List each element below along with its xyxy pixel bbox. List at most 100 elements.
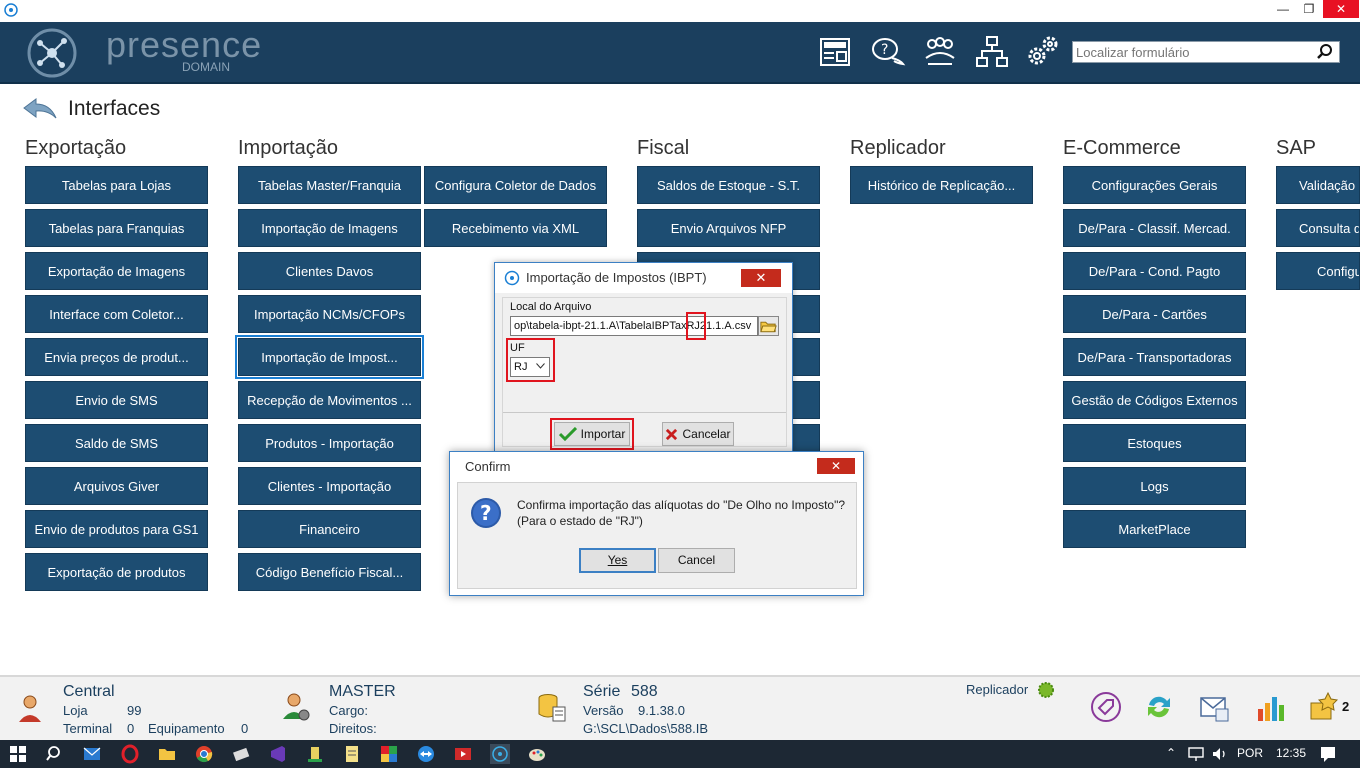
language-indicator[interactable]: POR [1237, 746, 1263, 760]
tile-depara-cartoes[interactable]: De/Para - Cartões [1063, 295, 1246, 333]
tile-importacao-imagens[interactable]: Importação de Imagens [238, 209, 421, 247]
tile-sap-validacao[interactable]: Validação [1276, 166, 1360, 204]
tile-arquivos-giver[interactable]: Arquivos Giver [25, 467, 208, 505]
mail-app-icon[interactable] [82, 744, 102, 764]
versao-value: 9.1.38.0 [638, 703, 685, 718]
tile-exportacao-imagens[interactable]: Exportação de Imagens [25, 252, 208, 290]
tile-sap-configuracao[interactable]: Configu [1276, 252, 1360, 290]
users-icon[interactable] [922, 34, 958, 70]
red-app-icon[interactable] [453, 744, 473, 764]
tile-importacao-impostos[interactable]: Importação de Impost... [235, 335, 424, 379]
file-path-input[interactable]: op\tabela-ibpt-21.1.A\TabelaIBPTaxRJ21.1… [510, 316, 758, 336]
close-window-button[interactable]: ✕ [1323, 0, 1359, 18]
uf-select[interactable]: RJ [510, 357, 550, 377]
tile-importacao-ncms[interactable]: Importação NCMs/CFOPs [238, 295, 421, 333]
volume-icon[interactable] [1210, 744, 1230, 764]
chrome-icon[interactable] [194, 744, 214, 764]
restore-button[interactable]: ❐ [1296, 0, 1322, 18]
tile-clientes-importacao[interactable]: Clientes - Importação [238, 467, 421, 505]
clock[interactable]: 12:35 [1276, 746, 1306, 760]
action-center-icon[interactable] [1318, 744, 1338, 764]
presence-logo-icon [27, 28, 77, 78]
tile-configura-coletor[interactable]: Configura Coletor de Dados [424, 166, 607, 204]
visual-studio-icon[interactable] [268, 744, 288, 764]
tile-exportacao-produtos[interactable]: Exportação de produtos [25, 553, 208, 591]
tile-tabelas-franquias[interactable]: Tabelas para Franquias [25, 209, 208, 247]
network-icon[interactable] [974, 34, 1010, 70]
notification-star-icon[interactable] [1308, 691, 1340, 723]
tile-depara-classif[interactable]: De/Para - Classif. Mercad. [1063, 209, 1246, 247]
tile-recepcao-movimentos[interactable]: Recepção de Movimentos ... [238, 381, 421, 419]
cancel-button[interactable]: Cancelar [662, 422, 734, 446]
ibpt-close-button[interactable]: ✕ [741, 269, 781, 287]
tile-saldos-estoque-st[interactable]: Saldos de Estoque - S.T. [637, 166, 820, 204]
tile-financeiro[interactable]: Financeiro [238, 510, 421, 548]
tile-clientes-davos[interactable]: Clientes Davos [238, 252, 421, 290]
tile-envio-sms[interactable]: Envio de SMS [25, 381, 208, 419]
confirm-close-button[interactable]: ✕ [817, 458, 855, 474]
tile-tabelas-lojas[interactable]: Tabelas para Lojas [25, 166, 208, 204]
search-input[interactable] [1073, 42, 1313, 62]
chevron-down-icon [536, 363, 545, 369]
green-app-icon[interactable] [305, 744, 325, 764]
serie-label: Série [583, 683, 621, 700]
tile-saldo-sms[interactable]: Saldo de SMS [25, 424, 208, 462]
teamviewer-icon[interactable] [416, 744, 436, 764]
page-title: Interfaces [68, 97, 161, 120]
svg-text:?: ? [480, 501, 492, 525]
notes-icon[interactable] [342, 744, 362, 764]
minimize-button[interactable]: — [1270, 0, 1296, 18]
tile-codigo-beneficio[interactable]: Código Benefício Fiscal... [238, 553, 421, 591]
tile-envio-produtos-gs1[interactable]: Envio de produtos para GS1 [25, 510, 208, 548]
yes-button[interactable]: Yes [579, 548, 656, 573]
tile-estoques[interactable]: Estoques [1063, 424, 1246, 462]
tile-interface-coletor[interactable]: Interface com Coletor... [25, 295, 208, 333]
settings-gears-icon[interactable] [1024, 34, 1060, 70]
tile-depara-transportadoras[interactable]: De/Para - Transportadoras [1063, 338, 1246, 376]
tile-logs[interactable]: Logs [1063, 467, 1246, 505]
brand-logo: presence DOMAIN [106, 27, 262, 75]
tile-tabelas-master[interactable]: Tabelas Master/Franquia [238, 166, 421, 204]
tag-icon[interactable] [1090, 691, 1122, 723]
search-form-box [1072, 41, 1340, 63]
tools-icon[interactable] [231, 744, 251, 764]
opera-icon[interactable] [120, 744, 140, 764]
news-icon[interactable] [818, 34, 854, 70]
tile-marketplace[interactable]: MarketPlace [1063, 510, 1246, 548]
import-button[interactable]: Importar [554, 422, 630, 446]
checkmark-icon [558, 427, 577, 441]
import-button-label: Importar [580, 427, 626, 441]
presence-taskbar-icon[interactable] [490, 744, 510, 764]
equipamento-value: 0 [241, 721, 249, 736]
sync-icon[interactable] [1143, 691, 1175, 723]
mail-list-icon[interactable] [1198, 691, 1230, 723]
file-explorer-icon[interactable] [157, 744, 177, 764]
confirm-cancel-button[interactable]: Cancel [658, 548, 735, 573]
file-highlight-box [686, 312, 706, 340]
search-icon[interactable] [1317, 44, 1333, 60]
paint-icon[interactable] [527, 744, 547, 764]
column-title-sap: SAP [1276, 137, 1317, 159]
x-red-icon [666, 428, 678, 440]
bar-chart-icon[interactable] [1254, 691, 1286, 723]
network-tray-icon[interactable] [1186, 744, 1206, 764]
search-taskbar-icon[interactable] [45, 744, 65, 764]
windows-start-icon[interactable] [8, 744, 28, 764]
tile-envia-precos[interactable]: Envia preços de produt... [25, 338, 208, 376]
tile-gestao-codigos[interactable]: Gestão de Códigos Externos [1063, 381, 1246, 419]
tile-envio-arquivos-nfp[interactable]: Envio Arquivos NFP [637, 209, 820, 247]
column-title-fiscal: Fiscal [637, 137, 690, 159]
confirm-message-line1: Confirma importação das alíquotas do "De… [517, 498, 846, 512]
tile-recebimento-xml[interactable]: Recebimento via XML [424, 209, 607, 247]
tile-depara-cond-pagto[interactable]: De/Para - Cond. Pagto [1063, 252, 1246, 290]
tile-configuracoes-gerais[interactable]: Configurações Gerais [1063, 166, 1246, 204]
browse-file-button[interactable] [758, 316, 779, 336]
colorful-app-icon[interactable] [379, 744, 399, 764]
tray-chevron-up-icon[interactable]: ⌃ [1166, 746, 1176, 760]
replicador-status-icon [1038, 682, 1054, 698]
tile-produtos-importacao[interactable]: Produtos - Importação [238, 424, 421, 462]
back-arrow-icon[interactable] [22, 96, 58, 122]
tile-sap-consulta[interactable]: Consulta d [1276, 209, 1360, 247]
help-chat-icon[interactable]: ? [870, 34, 906, 70]
tile-historico-replicacao[interactable]: Histórico de Replicação... [850, 166, 1033, 204]
